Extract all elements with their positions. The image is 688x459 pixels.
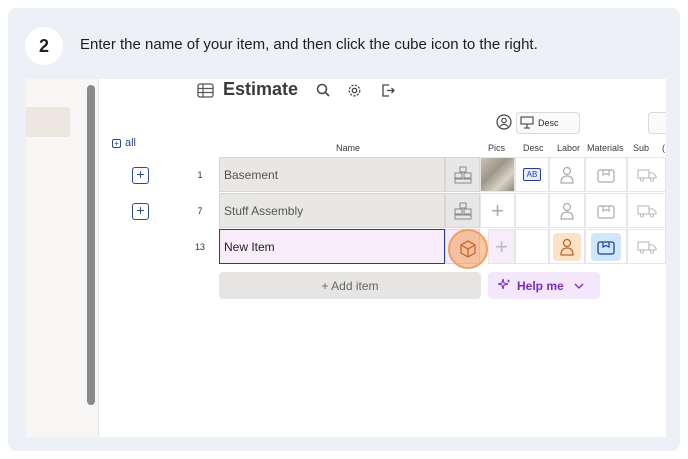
sub-truck-icon[interactable]	[627, 157, 666, 192]
add-item-button[interactable]: + Add item	[219, 272, 481, 299]
cubes-stack-icon[interactable]	[445, 157, 480, 192]
materials-box-icon[interactable]	[585, 193, 627, 228]
materials-box-icon[interactable]	[585, 157, 627, 192]
sparkle-icon	[497, 278, 511, 294]
column-header-desc: Desc	[523, 143, 544, 153]
chevron-down-icon	[574, 279, 584, 293]
materials-cell[interactable]	[585, 229, 627, 264]
cubes-stack-icon[interactable]	[445, 193, 480, 228]
column-header-labor: Labor	[557, 143, 581, 153]
cube-icon[interactable]	[457, 238, 479, 260]
row-expand-button[interactable]: +	[132, 203, 149, 220]
add-pic-plus-icon[interactable]: +	[480, 193, 515, 228]
column-header-cut: (	[662, 143, 665, 153]
desc-cell[interactable]	[515, 193, 549, 228]
item-name-cell[interactable]: Basement	[219, 157, 445, 192]
left-panel-selected[interactable]	[26, 107, 70, 137]
step-number: 2	[25, 27, 63, 65]
materials-box-icon[interactable]	[591, 232, 621, 261]
labor-cell[interactable]	[549, 229, 585, 264]
help-me-label: Help me	[517, 278, 564, 293]
table-icon	[196, 81, 214, 99]
page-title: Estimate	[223, 79, 299, 99]
sub-truck-icon[interactable]	[627, 193, 666, 228]
expand-all-link[interactable]: + all	[112, 137, 136, 149]
add-pic-plus-icon[interactable]: +	[488, 229, 515, 264]
plus-square-icon: +	[112, 138, 121, 148]
panel-divider	[98, 79, 99, 437]
desc-cell[interactable]: AB	[515, 157, 549, 192]
labor-person-icon[interactable]	[549, 157, 585, 192]
sub-truck-icon[interactable]	[627, 229, 666, 264]
column-header-pics: Pics	[488, 143, 506, 153]
gear-icon[interactable]	[345, 81, 363, 99]
row-number: 1	[197, 170, 203, 180]
presentation-icon	[520, 115, 534, 131]
item-photo[interactable]	[481, 158, 514, 191]
row-number: 13	[194, 242, 205, 252]
desc-chip-label: Desc	[538, 118, 559, 128]
column-header-materials: Materials	[587, 143, 624, 153]
export-icon[interactable]	[378, 81, 396, 99]
step-instruction: Enter the name of your item, and then cl…	[80, 36, 538, 53]
expand-all-label: all	[125, 137, 137, 149]
item-name-cell[interactable]: Stuff Assembly	[219, 193, 445, 228]
labor-person-icon[interactable]	[549, 193, 585, 228]
search-icon[interactable]	[314, 81, 332, 99]
app-screenshot: Estimate Desc + all Name Pics Desc Labor…	[26, 79, 666, 437]
row-number: 7	[197, 206, 203, 216]
person-filter-icon[interactable]	[496, 114, 514, 132]
pics-cell[interactable]	[480, 157, 515, 192]
desc-cell[interactable]	[515, 229, 549, 264]
desc-toggle-button[interactable]: Desc	[516, 112, 580, 134]
item-name-input[interactable]: New Item	[219, 229, 445, 264]
column-header-sub: Sub	[633, 143, 650, 153]
help-me-button[interactable]: Help me	[488, 272, 600, 299]
row-expand-button[interactable]: +	[132, 167, 149, 184]
column-header-name: Name	[336, 143, 361, 153]
column-chip-icon[interactable]	[648, 112, 666, 134]
labor-person-icon[interactable]	[553, 232, 581, 261]
desc-badge: AB	[522, 168, 542, 181]
scrollbar[interactable]	[87, 85, 95, 405]
